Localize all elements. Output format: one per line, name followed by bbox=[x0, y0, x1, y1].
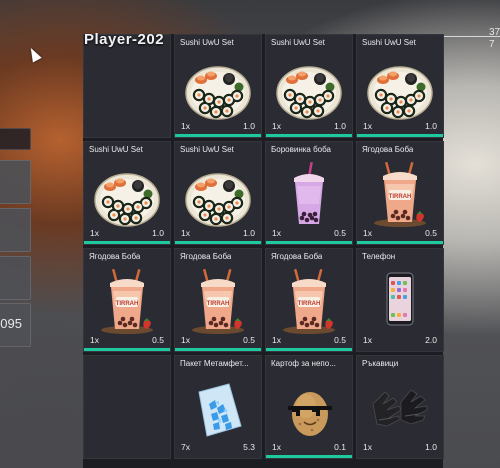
item-weight: 1.0 bbox=[425, 442, 437, 452]
phone-icon bbox=[365, 267, 435, 337]
item-weight: 2.0 bbox=[425, 335, 437, 345]
item-quantity: 1x bbox=[181, 335, 190, 345]
inventory-slot[interactable]: Ягодова Боба TIRRAH 1x 0.5 bbox=[83, 248, 171, 352]
inventory-slot[interactable]: Пакет Метамфет... 7x 5.3 bbox=[174, 355, 262, 459]
item-name: Ръкавици bbox=[362, 359, 399, 368]
left-panel-button-2[interactable] bbox=[0, 208, 31, 252]
item-name: Sushi UwU Set bbox=[362, 38, 416, 47]
sushi-platter-icon bbox=[183, 53, 253, 123]
item-quantity: 1x bbox=[272, 442, 281, 452]
left-side-panel: 095 bbox=[0, 0, 32, 468]
svg-text:TIRRAH: TIRRAH bbox=[389, 194, 412, 200]
svg-text:TIRRAH: TIRRAH bbox=[116, 301, 139, 307]
inventory-slot[interactable]: Телефон 1x 2.0 bbox=[356, 248, 444, 352]
item-quantity: 1x bbox=[272, 335, 281, 345]
item-weight: 1.0 bbox=[334, 121, 346, 131]
inventory-grid: Sushi UwU Set 1x 1.0 Sushi UwU Set 1x 1.… bbox=[83, 34, 444, 468]
blue-crystal-bag-icon bbox=[183, 374, 253, 444]
inventory-slot[interactable]: Sushi UwU Set 1x 1.0 bbox=[174, 34, 262, 138]
item-name: Пакет Метамфет... bbox=[180, 359, 249, 368]
item-name: Sushi UwU Set bbox=[180, 38, 234, 47]
item-quantity: 1x bbox=[272, 228, 281, 238]
inventory-slot[interactable]: Sushi UwU Set 1x 1.0 bbox=[356, 34, 444, 138]
item-name: Sushi UwU Set bbox=[271, 38, 325, 47]
inventory-owner-title: Player-202 bbox=[84, 31, 165, 48]
item-durability-bar bbox=[175, 241, 261, 244]
item-name: Sushi UwU Set bbox=[89, 145, 143, 154]
item-quantity: 1x bbox=[363, 442, 372, 452]
item-durability-bar bbox=[175, 348, 261, 351]
item-durability-bar bbox=[357, 134, 443, 137]
left-panel-button-1[interactable] bbox=[0, 160, 31, 204]
right-edge-text-2: 7 bbox=[489, 39, 495, 50]
left-panel-value-box: 095 bbox=[0, 303, 31, 347]
item-weight: 0.5 bbox=[243, 335, 255, 345]
item-name: Ягодова Боба bbox=[271, 252, 323, 261]
inventory-slot[interactable]: Sushi UwU Set 1x 1.0 bbox=[265, 34, 353, 138]
item-durability-bar bbox=[175, 134, 261, 137]
inventory-slot[interactable]: Ягодова Боба TIRRAH 1x 0.5 bbox=[174, 248, 262, 352]
item-weight: 0.5 bbox=[334, 228, 346, 238]
sushi-platter-icon bbox=[365, 53, 435, 123]
item-durability-bar bbox=[266, 348, 352, 351]
item-weight: 0.5 bbox=[152, 335, 164, 345]
inventory-slot[interactable]: Ръкавици 1x 1.0 bbox=[356, 355, 444, 459]
berry-boba-icon: TIRRAH bbox=[92, 267, 162, 337]
item-durability-bar bbox=[266, 241, 352, 244]
item-weight: 5.3 bbox=[243, 442, 255, 452]
item-quantity: 1x bbox=[90, 335, 99, 345]
item-name: Ягодова Боба bbox=[89, 252, 141, 261]
inventory-slot-empty[interactable] bbox=[83, 355, 171, 459]
item-durability-bar bbox=[84, 348, 170, 351]
item-weight: 1.0 bbox=[243, 228, 255, 238]
right-edge-text-1: 37 bbox=[489, 27, 500, 38]
berry-boba-icon: TIRRAH bbox=[183, 267, 253, 337]
item-quantity: 1x bbox=[363, 121, 372, 131]
svg-text:TIRRAH: TIRRAH bbox=[298, 301, 321, 307]
item-quantity: 1x bbox=[181, 121, 190, 131]
left-panel-input[interactable] bbox=[0, 128, 31, 150]
item-weight: 0.1 bbox=[334, 442, 346, 452]
inventory-slot[interactable]: Ягодова Боба TIRRAH 1x 0.5 bbox=[356, 141, 444, 245]
item-weight: 0.5 bbox=[425, 228, 437, 238]
item-quantity: 1x bbox=[363, 228, 372, 238]
berry-boba-icon: TIRRAH bbox=[365, 160, 435, 230]
item-weight: 0.5 bbox=[334, 335, 346, 345]
inventory-slot[interactable]: Sushi UwU Set 1x 1.0 bbox=[174, 141, 262, 245]
item-name: Картоф за непо... bbox=[271, 359, 336, 368]
item-name: Боровинка боба bbox=[271, 145, 331, 154]
sushi-platter-icon bbox=[92, 160, 162, 230]
item-weight: 1.0 bbox=[152, 228, 164, 238]
sushi-platter-icon bbox=[183, 160, 253, 230]
blueberry-boba-icon bbox=[274, 160, 344, 230]
item-durability-bar bbox=[357, 241, 443, 244]
item-quantity: 1x bbox=[363, 335, 372, 345]
item-name: Sushi UwU Set bbox=[180, 145, 234, 154]
left-panel-button-3[interactable] bbox=[0, 256, 31, 300]
item-quantity: 1x bbox=[272, 121, 281, 131]
left-panel-value: 095 bbox=[0, 316, 22, 331]
item-name: Телефон bbox=[362, 252, 396, 261]
inventory-slot-empty[interactable] bbox=[83, 34, 171, 138]
sushi-platter-icon bbox=[274, 53, 344, 123]
item-durability-bar bbox=[266, 455, 352, 458]
item-quantity: 1x bbox=[90, 228, 99, 238]
item-weight: 1.0 bbox=[425, 121, 437, 131]
item-durability-bar bbox=[84, 241, 170, 244]
item-weight: 1.0 bbox=[243, 121, 255, 131]
berry-boba-icon: TIRRAH bbox=[274, 267, 344, 337]
item-name: Ягодова Боба bbox=[180, 252, 232, 261]
gloves-icon bbox=[365, 374, 435, 444]
item-name: Ягодова Боба bbox=[362, 145, 414, 154]
inventory-slot[interactable]: Ягодова Боба TIRRAH 1x 0.5 bbox=[265, 248, 353, 352]
inventory-slot[interactable]: Боровинка боба 1x 0.5 bbox=[265, 141, 353, 245]
inventory-slot[interactable]: Sushi UwU Set 1x 1.0 bbox=[83, 141, 171, 245]
item-quantity: 1x bbox=[181, 228, 190, 238]
potato-sunglasses-icon bbox=[274, 374, 344, 444]
item-quantity: 7x bbox=[181, 442, 190, 452]
inventory-slot[interactable]: Картоф за непо... 1x 0.1 bbox=[265, 355, 353, 459]
item-durability-bar bbox=[266, 134, 352, 137]
svg-text:TIRRAH: TIRRAH bbox=[207, 301, 230, 307]
